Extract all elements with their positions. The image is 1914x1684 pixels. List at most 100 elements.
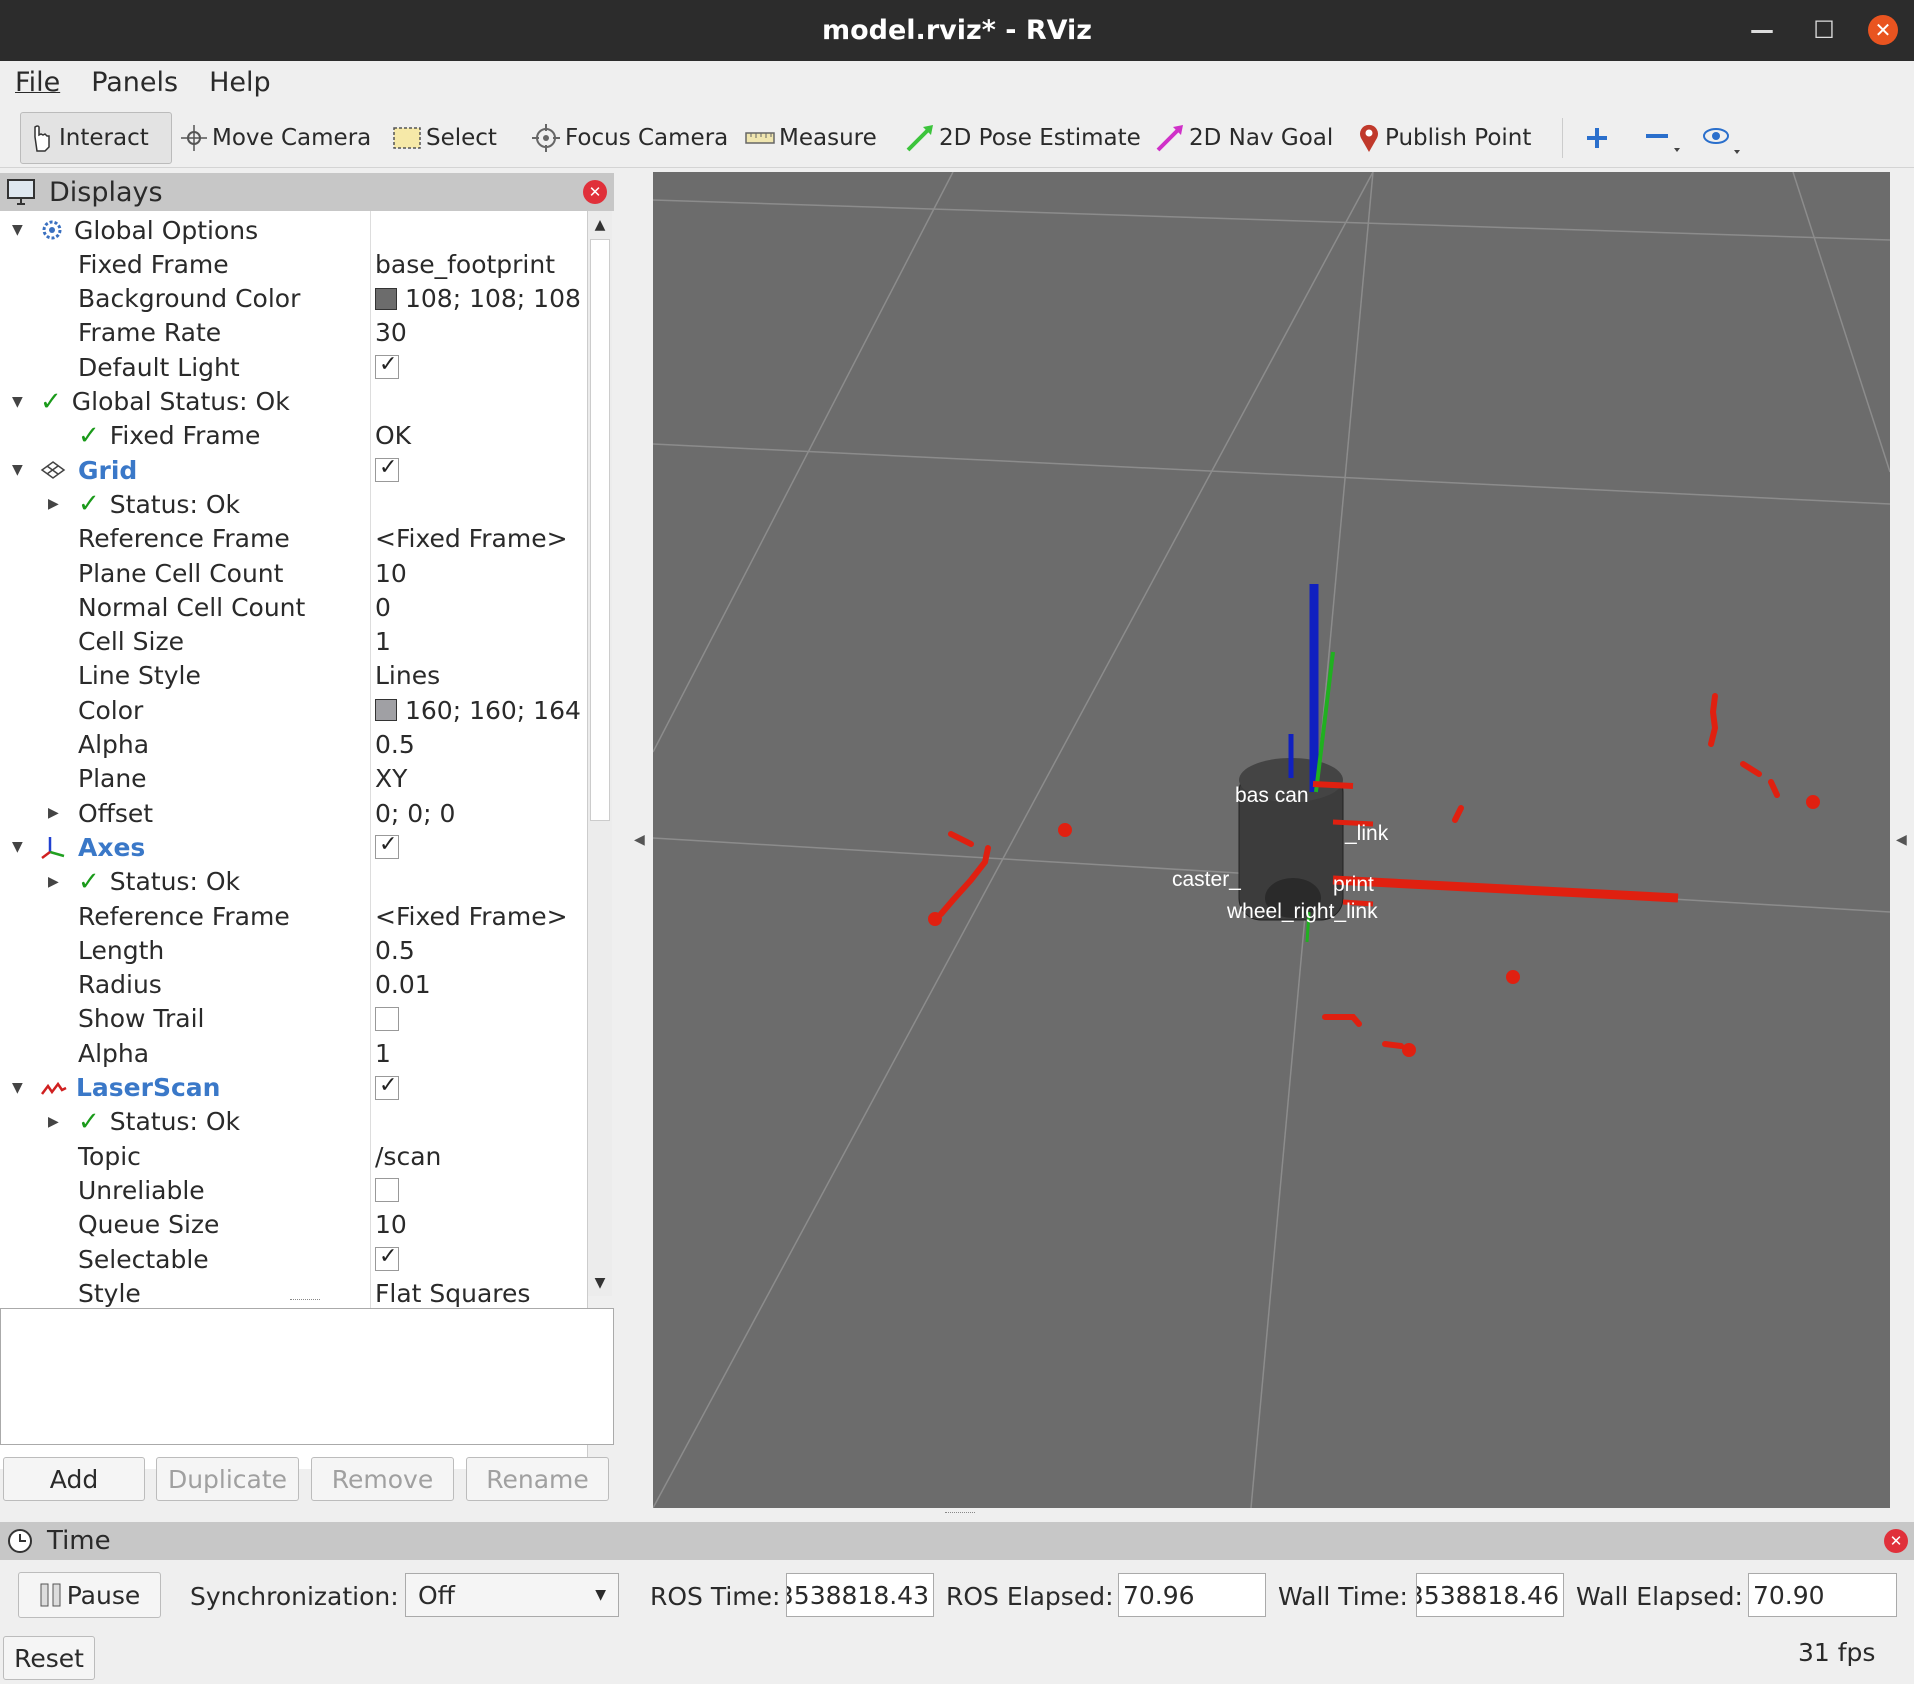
maximize-icon[interactable]: ☐ — [1809, 15, 1839, 45]
tree-row[interactable]: Show Trail — [0, 1002, 587, 1036]
expand-down-icon[interactable]: ▼ — [12, 222, 23, 238]
visibility-checkbox[interactable] — [375, 352, 399, 380]
tree-row-value[interactable]: 10 — [375, 1210, 407, 1239]
minimize-icon[interactable]: — — [1747, 15, 1777, 45]
close-icon[interactable]: ✕ — [1868, 15, 1898, 45]
measure-tool-button[interactable]: Measure — [745, 112, 877, 164]
collapse-left-icon[interactable]: ◀ — [634, 832, 645, 848]
scroll-thumb[interactable] — [590, 239, 610, 821]
publish-point-tool-button[interactable]: Publish Point — [1357, 112, 1531, 164]
tree-row[interactable]: Frame Rate 30 — [0, 316, 587, 350]
tree-row[interactable]: Plane Cell Count 10 — [0, 556, 587, 590]
expand-down-icon[interactable]: ▼ — [12, 394, 23, 410]
wall-time-field[interactable]: 3538818.46 — [1416, 1573, 1564, 1617]
tree-row-value[interactable]: OK — [375, 421, 411, 450]
visibility-checkbox[interactable] — [375, 1178, 399, 1203]
tree-row-value[interactable]: Lines — [375, 661, 440, 690]
rename-button[interactable]: Rename — [466, 1457, 609, 1501]
visibility-checkbox[interactable] — [375, 455, 399, 483]
tree-row[interactable]: Background Color 108; 108; 108 — [0, 282, 587, 316]
expand-right-icon[interactable]: ▶ — [48, 1114, 59, 1130]
tree-row-value[interactable] — [375, 832, 399, 860]
tree-row-value[interactable] — [375, 1244, 399, 1271]
remove-tool-button[interactable] — [1642, 112, 1686, 164]
menu-file[interactable]: File — [15, 67, 60, 98]
tree-row[interactable]: Reference Frame <Fixed Frame> — [0, 522, 587, 556]
tree-row-value[interactable]: 1 — [375, 1039, 391, 1068]
menu-help[interactable]: Help — [209, 67, 271, 98]
tree-row[interactable]: Normal Cell Count 0 — [0, 590, 587, 624]
ros-elapsed-field[interactable]: 70.96 — [1118, 1573, 1266, 1617]
expand-down-icon[interactable]: ▼ — [12, 1080, 23, 1096]
close-panel-icon[interactable]: ✕ — [583, 180, 607, 204]
pause-button[interactable]: Pause — [18, 1572, 161, 1618]
focus-camera-tool-button[interactable]: Focus Camera — [531, 112, 728, 164]
tree-row[interactable]: Length 0.5 — [0, 933, 587, 967]
tree-row[interactable]: ▶ Offset 0; 0; 0 — [0, 796, 587, 830]
visibility-checkbox[interactable] — [375, 1244, 399, 1271]
tree-row-value[interactable]: 160; 160; 164 — [375, 696, 581, 725]
tree-row[interactable]: ▼ ✓ Global Status: Ok — [0, 385, 587, 419]
select-tool-button[interactable]: Select — [392, 112, 497, 164]
tree-row-value[interactable]: 0.01 — [375, 970, 431, 999]
tree-row[interactable]: Alpha 0.5 — [0, 728, 587, 762]
tree-row-value[interactable] — [375, 455, 399, 483]
tree-row-value[interactable]: 0.5 — [375, 730, 415, 759]
menu-panels[interactable]: Panels — [91, 67, 178, 98]
scroll-up-icon[interactable]: ▲ — [588, 211, 612, 239]
tree-row[interactable]: Default Light — [0, 350, 587, 384]
tree-row[interactable]: Plane XY — [0, 762, 587, 796]
tree-row[interactable]: ▶ ✓ Status: Ok — [0, 487, 587, 521]
tree-row[interactable]: ▼ Global Options — [0, 213, 587, 247]
render-viewport[interactable]: bas can _link caster_ print wheel_right_… — [653, 172, 1890, 1508]
tree-row-value[interactable]: XY — [375, 764, 407, 793]
tree-row-value[interactable]: base_footprint — [375, 250, 555, 279]
remove-button[interactable]: Remove — [311, 1457, 454, 1501]
tree-row-value[interactable] — [375, 1006, 399, 1031]
visibility-checkbox[interactable] — [375, 1073, 399, 1100]
reset-button[interactable]: Reset — [3, 1636, 95, 1680]
expand-right-icon[interactable]: ▶ — [48, 874, 59, 890]
visibility-checkbox[interactable] — [375, 1006, 399, 1031]
tree-row[interactable]: ✓ Fixed Frame OK — [0, 419, 587, 453]
move-camera-tool-button[interactable]: Move Camera — [180, 112, 371, 164]
ros-time-field[interactable]: 3538818.43 — [786, 1573, 934, 1617]
tree-row-value[interactable] — [375, 1178, 399, 1203]
expand-down-icon[interactable]: ▼ — [12, 462, 23, 478]
tree-row-value[interactable]: 0 — [375, 593, 391, 622]
tree-row-value[interactable] — [375, 1073, 399, 1100]
nav-goal-tool-button[interactable]: 2D Nav Goal — [1155, 112, 1333, 164]
visibility-checkbox[interactable] — [375, 832, 399, 860]
expand-down-icon[interactable]: ▼ — [12, 839, 23, 855]
tree-row-value[interactable] — [375, 352, 399, 380]
tree-row[interactable]: Line Style Lines — [0, 659, 587, 693]
tree-row-value[interactable]: Flat Squares — [375, 1279, 530, 1308]
tree-row[interactable]: Topic/scan — [0, 1139, 587, 1173]
tree-row-value[interactable]: 1 — [375, 627, 391, 656]
tree-row-value[interactable]: /scan — [375, 1142, 441, 1171]
tree-row-value[interactable]: 10 — [375, 559, 407, 588]
pose-estimate-tool-button[interactable]: 2D Pose Estimate — [905, 112, 1141, 164]
tree-row[interactable]: Alpha 1 — [0, 1036, 587, 1070]
tree-row[interactable]: Unreliable — [0, 1173, 587, 1207]
tree-row[interactable]: Selectable — [0, 1242, 587, 1276]
tree-row[interactable]: Radius 0.01 — [0, 968, 587, 1002]
tree-row[interactable]: Style Flat Squares — [0, 1276, 587, 1310]
scroll-down-icon[interactable]: ▼ — [588, 1271, 612, 1295]
wall-elapsed-field[interactable]: 70.90 — [1748, 1573, 1897, 1617]
tree-row[interactable]: ▶ ✓ Status: Ok — [0, 865, 587, 899]
tree-row[interactable]: Queue Size 10 — [0, 1208, 587, 1242]
interact-tool-button[interactable]: Interact — [20, 112, 172, 164]
tree-row-value[interactable]: 0; 0; 0 — [375, 799, 455, 828]
tree-row-value[interactable]: <Fixed Frame> — [375, 902, 568, 931]
add-button[interactable]: Add — [3, 1457, 145, 1501]
tree-scrollbar[interactable]: ▲ ▼ — [588, 211, 612, 1296]
tree-row[interactable]: Reference Frame <Fixed Frame> — [0, 899, 587, 933]
tree-row-value[interactable]: 108; 108; 108 — [375, 284, 581, 313]
tool-properties-button[interactable] — [1700, 112, 1748, 164]
tree-row[interactable]: ▶ ✓ Status: Ok — [0, 1105, 587, 1139]
tree-row[interactable]: Cell Size 1 — [0, 625, 587, 659]
duplicate-button[interactable]: Duplicate — [156, 1457, 299, 1501]
add-tool-button[interactable] — [1583, 112, 1615, 164]
collapse-right-icon[interactable]: ◀ — [1896, 832, 1907, 848]
